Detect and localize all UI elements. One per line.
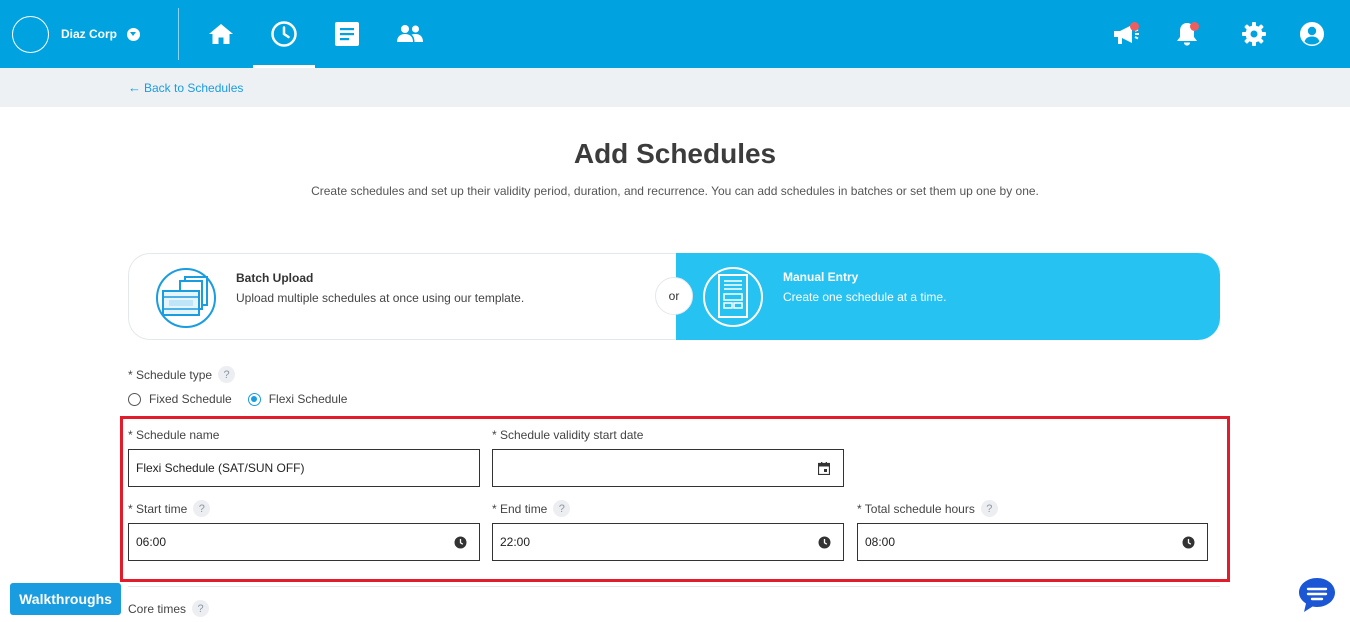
notification-dot xyxy=(1190,22,1199,31)
help-icon[interactable]: ? xyxy=(980,500,998,517)
help-icon[interactable]: ? xyxy=(192,600,210,617)
user-icon xyxy=(1300,22,1324,46)
arrow-left-icon: ← xyxy=(128,80,141,95)
batch-upload-title: Batch Upload xyxy=(236,271,314,285)
clock-icon xyxy=(271,21,297,47)
end-time-label-row: * End time ? xyxy=(492,500,571,517)
flexi-schedule-label[interactable]: Flexi Schedule xyxy=(269,392,348,406)
total-hours-input[interactable]: 08:00 xyxy=(857,523,1208,561)
page-title: Add Schedules xyxy=(573,138,777,169)
batch-upload-description: Upload multiple schedules at once using … xyxy=(236,291,525,305)
validity-start-date-input[interactable] xyxy=(492,449,844,487)
start-time-label-row: * Start time ? xyxy=(128,500,211,517)
section-divider xyxy=(128,586,1220,587)
settings-button[interactable] xyxy=(1238,18,1270,50)
nav-people[interactable] xyxy=(379,0,441,68)
schedule-name-label-text: * Schedule name xyxy=(128,428,220,442)
top-navigation-bar: Diaz Corp xyxy=(0,0,1350,68)
gear-icon xyxy=(1242,22,1266,46)
page-subtitle: Create schedules and set up their validi… xyxy=(311,184,1039,198)
nav-documents[interactable] xyxy=(316,0,378,68)
clock-icon[interactable] xyxy=(817,535,831,549)
end-time-label: * End time xyxy=(492,501,548,516)
company-switcher[interactable]: Diaz Corp xyxy=(12,15,141,53)
topbar-divider xyxy=(178,8,179,60)
people-icon xyxy=(397,25,423,42)
fixed-schedule-radio[interactable] xyxy=(128,392,141,406)
document-icon xyxy=(335,22,359,46)
help-icon[interactable]: ? xyxy=(193,500,211,517)
breadcrumb: ← Back to Schedules xyxy=(0,68,1350,107)
entry-mode-selector: Batch Upload Upload multiple schedules a… xyxy=(128,253,1220,340)
clock-icon[interactable] xyxy=(453,535,467,549)
fixed-schedule-label[interactable]: Fixed Schedule xyxy=(149,392,232,406)
nav-home[interactable] xyxy=(190,0,252,68)
clock-icon[interactable] xyxy=(1181,535,1195,549)
back-link-label: Back to Schedules xyxy=(144,80,244,95)
chevron-down-icon xyxy=(127,27,141,41)
profile-button[interactable] xyxy=(1296,18,1328,50)
notifications-button[interactable] xyxy=(1171,18,1203,50)
start-time-label: * Start time xyxy=(128,501,188,516)
end-time-input[interactable]: 22:00 xyxy=(492,523,844,561)
manual-entry-title: Manual Entry xyxy=(783,270,859,284)
schedule-name-value: Flexi Schedule (SAT/SUN OFF) xyxy=(136,461,305,475)
end-time-value: 22:00 xyxy=(500,535,531,549)
start-time-input[interactable]: 06:00 xyxy=(128,523,480,561)
or-separator: or xyxy=(655,277,693,315)
announcements-button[interactable] xyxy=(1110,18,1142,50)
validity-start-label-text: * Schedule validity start date xyxy=(492,428,644,442)
help-icon[interactable]: ? xyxy=(218,366,236,383)
core-times-label-row: Core times ? xyxy=(128,600,210,617)
total-hours-label-row: * Total schedule hours ? xyxy=(857,500,998,517)
calendar-icon[interactable] xyxy=(817,461,831,475)
validity-start-label: * Schedule validity start date xyxy=(492,428,643,442)
help-icon[interactable]: ? xyxy=(553,500,571,517)
total-hours-value: 08:00 xyxy=(865,535,896,549)
manual-entry-card[interactable]: Manual Entry Create one schedule at a ti… xyxy=(676,253,1220,340)
schedule-type-radio-group: Fixed Schedule Flexi Schedule xyxy=(128,392,363,406)
chat-button[interactable] xyxy=(1297,576,1337,614)
schedule-type-label: * Schedule type xyxy=(128,367,213,382)
notification-dot xyxy=(1130,22,1139,31)
chat-icon xyxy=(1299,578,1335,612)
manual-entry-icon xyxy=(703,267,763,327)
company-name: Diaz Corp xyxy=(61,27,118,41)
manual-entry-description: Create one schedule at a time. xyxy=(783,290,947,304)
walkthroughs-button[interactable]: Walkthroughs xyxy=(10,583,121,615)
schedule-name-input[interactable]: Flexi Schedule (SAT/SUN OFF) xyxy=(128,449,480,487)
start-time-value: 06:00 xyxy=(136,535,167,549)
core-times-label: Core times xyxy=(128,601,187,616)
total-hours-label: * Total schedule hours xyxy=(857,501,975,516)
schedule-type-label-row: * Schedule type ? xyxy=(128,366,236,383)
flexi-schedule-radio[interactable] xyxy=(247,392,261,406)
back-to-schedules-link[interactable]: ← Back to Schedules xyxy=(128,80,243,95)
nav-schedules[interactable] xyxy=(253,0,315,68)
batch-upload-card[interactable]: Batch Upload Upload multiple schedules a… xyxy=(128,253,676,340)
company-logo xyxy=(12,15,49,53)
batch-upload-icon xyxy=(156,268,216,328)
schedule-name-label: * Schedule name xyxy=(128,428,219,442)
home-icon xyxy=(209,24,233,44)
